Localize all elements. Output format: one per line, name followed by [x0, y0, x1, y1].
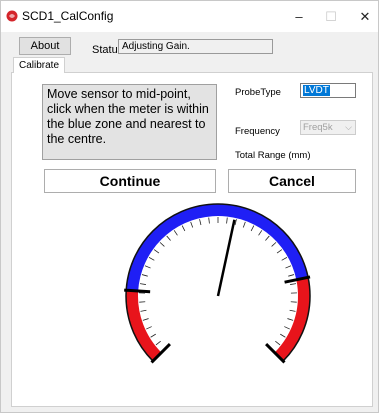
calibration-meter	[124, 203, 311, 364]
meter-major-tick	[124, 288, 151, 294]
meter-tick	[144, 265, 151, 269]
meter-tick	[146, 326, 152, 330]
meter-tick	[190, 221, 194, 228]
meter-tick	[290, 283, 297, 285]
meter-tick	[271, 242, 277, 247]
meter-tick	[288, 274, 295, 277]
meter-tick	[139, 283, 146, 285]
meter-tick	[284, 326, 290, 330]
minimize-button[interactable]: –	[281, 1, 317, 32]
meter-tick	[208, 217, 210, 224]
meter-tick	[142, 318, 149, 321]
meter-tick	[159, 242, 165, 247]
app-icon	[6, 10, 18, 22]
meter-tick	[150, 333, 156, 338]
tab-calibrate[interactable]: Calibrate	[13, 57, 65, 73]
meter-tick	[140, 309, 147, 312]
meter-tick	[281, 257, 288, 261]
meter-tick	[285, 265, 292, 269]
meter-tick	[226, 217, 228, 224]
meter-zone-red-right	[274, 277, 311, 362]
meter-tick	[153, 249, 160, 254]
status-field: Adjusting Gain.	[118, 39, 273, 54]
meter-tick	[287, 318, 294, 321]
maximize-button[interactable]: ☐	[313, 1, 349, 32]
meter-tick	[141, 274, 148, 277]
meter-tick	[155, 340, 161, 346]
app-window: SCD1_CalConfig – ☐ ✕ About Status Adjust…	[0, 0, 379, 413]
meter-tick	[250, 225, 255, 232]
about-button[interactable]: About	[19, 37, 71, 55]
calibrate-panel: Move sensor to mid-point, click when the…	[11, 72, 373, 407]
meter-zone-blue-center	[126, 204, 309, 291]
meter-tick	[181, 225, 186, 232]
meter-tick	[173, 230, 178, 236]
meter-tick	[289, 309, 296, 312]
meter-tick	[276, 249, 283, 254]
meter-tick	[199, 219, 202, 226]
meter-outline	[125, 203, 311, 362]
meter-tick	[275, 340, 281, 346]
meter-tick	[166, 235, 171, 241]
title-bar: SCD1_CalConfig – ☐ ✕	[1, 1, 378, 32]
meter-tick	[148, 257, 155, 261]
meter-needle	[216, 219, 236, 297]
close-button[interactable]: ✕	[347, 1, 379, 32]
meter-tick	[280, 333, 286, 338]
window-title: SCD1_CalConfig	[22, 9, 114, 23]
meter-tick	[265, 235, 270, 241]
meter-tick	[258, 230, 263, 236]
meter-tick	[242, 221, 246, 228]
